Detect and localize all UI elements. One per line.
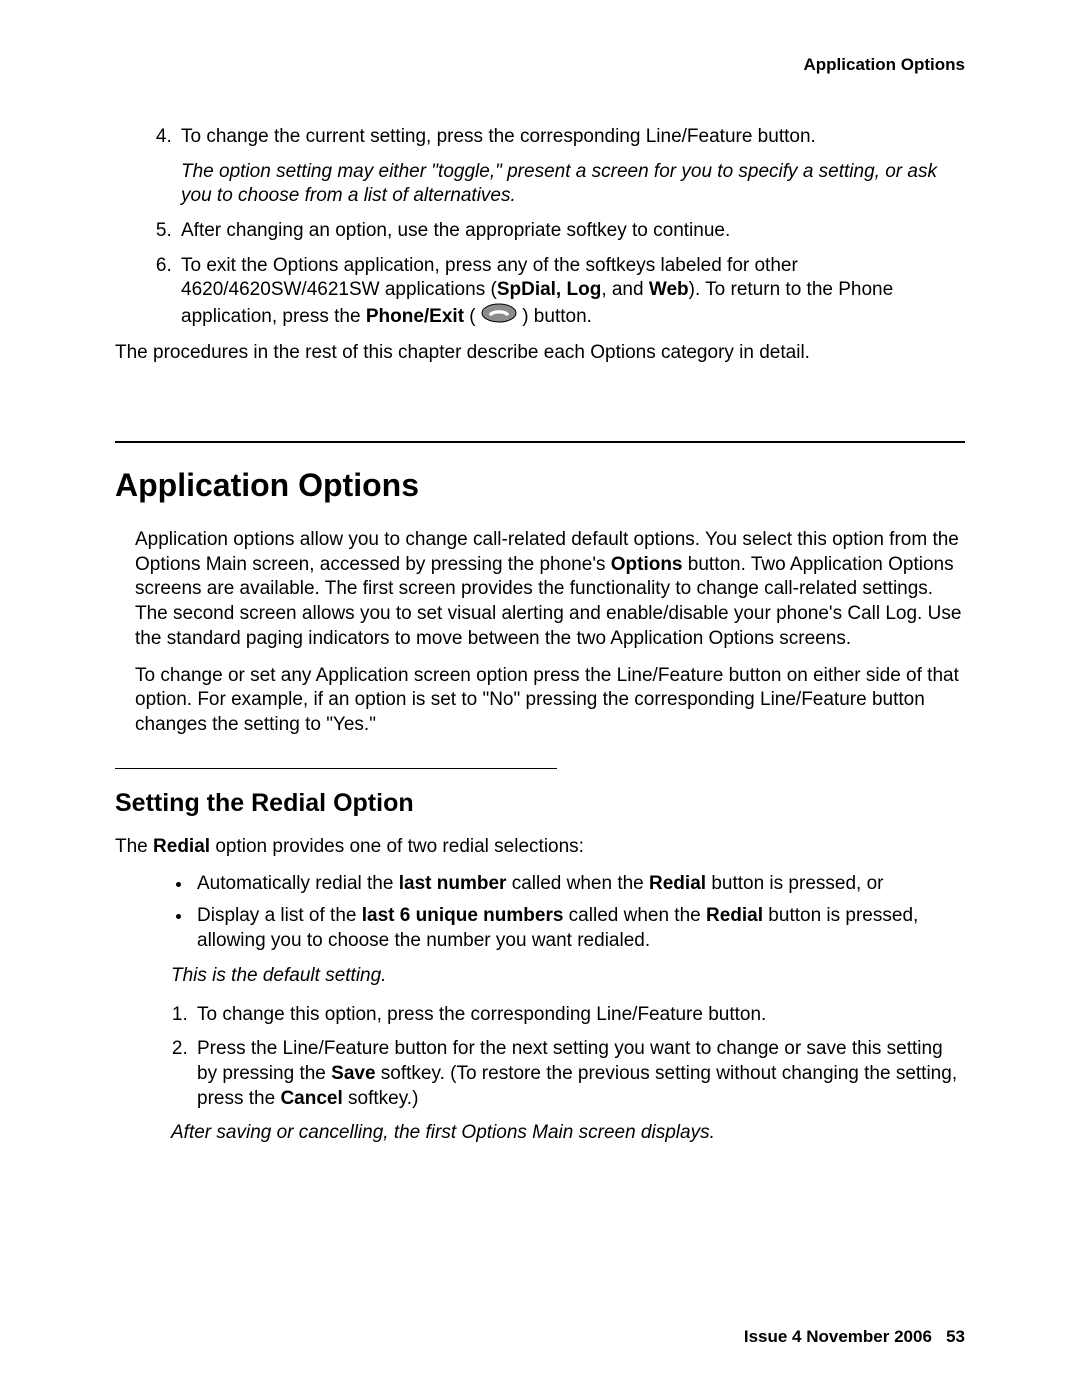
redial-default-note: This is the default setting. bbox=[171, 964, 965, 989]
redial-b1-d: Redial bbox=[649, 873, 706, 894]
redial-b1-a: Automatically redial the bbox=[197, 873, 399, 894]
section-heading-application-options: Application Options bbox=[115, 465, 965, 507]
list-item-6-g: ( bbox=[464, 306, 481, 327]
list-item-4-text: To change the current setting, press the… bbox=[181, 126, 816, 147]
page: Application Options To change the curren… bbox=[0, 0, 1080, 1397]
redial-intro: The Redial option provides one of two re… bbox=[115, 835, 965, 860]
list-item-6: To exit the Options application, press a… bbox=[177, 254, 965, 331]
list-item-6-b: SpDial, Log bbox=[497, 279, 602, 300]
redial-b1-e: button is pressed, or bbox=[706, 873, 883, 894]
body-content: To change the current setting, press the… bbox=[115, 125, 965, 1146]
h2-divider bbox=[115, 768, 557, 769]
app-options-para1: Application options allow you to change … bbox=[135, 528, 965, 651]
redial-after-note: After saving or cancelling, the first Op… bbox=[171, 1121, 965, 1146]
redial-step-1: To change this option, press the corresp… bbox=[193, 1003, 965, 1028]
page-footer: Issue 4 November 2006 53 bbox=[744, 1327, 965, 1347]
page-header-title: Application Options bbox=[115, 55, 965, 75]
list-item-6-d: Web bbox=[649, 279, 689, 300]
phone-exit-icon bbox=[481, 303, 517, 331]
list-item-4: To change the current setting, press the… bbox=[177, 125, 965, 209]
app-options-para2: To change or set any Application screen … bbox=[135, 664, 965, 738]
redial-steps: To change this option, press the corresp… bbox=[115, 1003, 965, 1112]
procedure-list-continued: To change the current setting, press the… bbox=[115, 125, 965, 331]
list-item-5-text: After changing an option, use the approp… bbox=[181, 220, 730, 241]
redial-intro-a: The bbox=[115, 836, 153, 857]
list-item-6-f: Phone/Exit bbox=[366, 306, 464, 327]
redial-intro-c: option provides one of two redial select… bbox=[210, 836, 584, 857]
footer-issue: Issue 4 November 2006 bbox=[744, 1327, 932, 1346]
h1-divider bbox=[115, 441, 965, 443]
redial-intro-b: Redial bbox=[153, 836, 210, 857]
after-list-paragraph: The procedures in the rest of this chapt… bbox=[115, 341, 965, 366]
redial-step-2: Press the Line/Feature button for the ne… bbox=[193, 1037, 965, 1111]
redial-step2-b: Save bbox=[331, 1063, 375, 1084]
redial-b2-a: Display a list of the bbox=[197, 905, 362, 926]
redial-b2-b: last 6 unique numbers bbox=[362, 905, 564, 926]
list-item-4-note: The option setting may either "toggle," … bbox=[181, 160, 965, 209]
list-item-6-h: ) button. bbox=[517, 306, 592, 327]
list-item-6-c: , and bbox=[601, 279, 649, 300]
redial-b1-b: last number bbox=[399, 873, 507, 894]
list-item-5: After changing an option, use the approp… bbox=[177, 219, 965, 244]
app-options-para1-b: Options bbox=[611, 554, 683, 575]
redial-step2-d: Cancel bbox=[280, 1088, 342, 1109]
app-options-block: Application options allow you to change … bbox=[135, 528, 965, 738]
section-heading-redial: Setting the Redial Option bbox=[115, 787, 965, 820]
redial-b2-c: called when the bbox=[563, 905, 706, 926]
redial-bullet-2: Display a list of the last 6 unique numb… bbox=[193, 904, 965, 953]
footer-page-number: 53 bbox=[946, 1327, 965, 1346]
redial-b1-c: called when the bbox=[506, 873, 649, 894]
redial-bullet-1: Automatically redial the last number cal… bbox=[193, 872, 965, 897]
redial-step2-e: softkey.) bbox=[343, 1088, 419, 1109]
redial-b2-d: Redial bbox=[706, 905, 763, 926]
redial-bullets: Automatically redial the last number cal… bbox=[115, 872, 965, 954]
redial-step-1-text: To change this option, press the corresp… bbox=[197, 1004, 766, 1025]
